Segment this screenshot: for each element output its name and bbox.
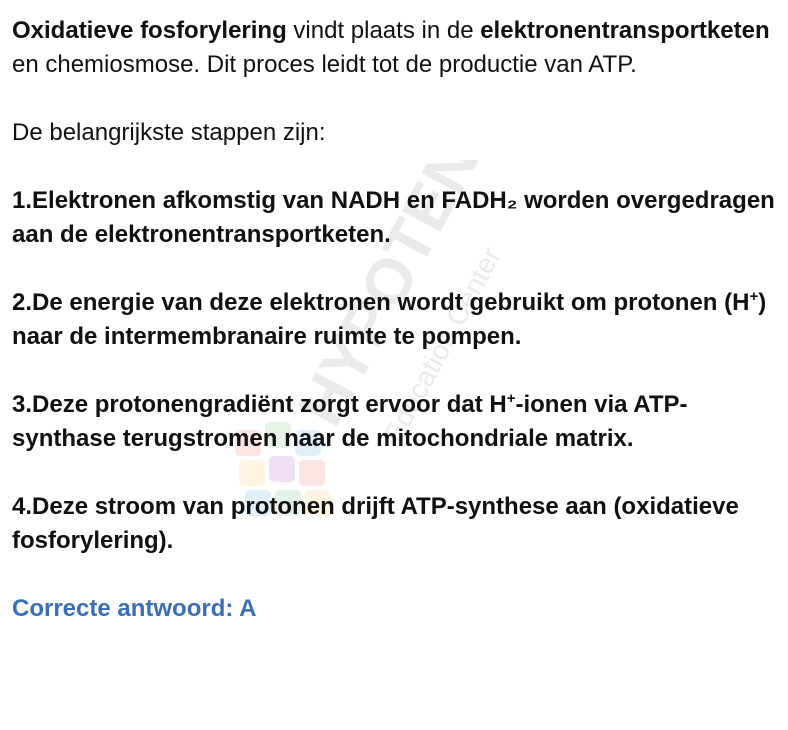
- intro-paragraph: Oxidatieve fosforylering vindt plaats in…: [12, 14, 782, 82]
- intro-text-2: en chemiosmose. Dit proces leidt tot de …: [12, 51, 637, 78]
- step-1-text: 1.Elektronen afkomstig van NADH en FADH₂…: [12, 187, 775, 248]
- step-2-text-a: 2.De energie van deze elektronen wordt g…: [12, 289, 750, 316]
- intro-text-1: vindt plaats in de: [286, 17, 481, 44]
- intro-term-oxidatieve-fosforylering: Oxidatieve fosforylering: [12, 17, 287, 44]
- intro-term-elektronentransportketen: elektronentransportketen: [480, 17, 770, 44]
- step-3: 3.Deze protonengradiënt zorgt ervoor dat…: [12, 388, 782, 456]
- step-4: 4.Deze stroom van protonen drijft ATP-sy…: [12, 490, 782, 558]
- step-3-text-a: 3.Deze protonengradiënt zorgt ervoor dat…: [12, 391, 507, 418]
- step-4-text: 4.Deze stroom van protonen drijft ATP-sy…: [12, 493, 739, 554]
- step-2: 2.De energie van deze elektronen wordt g…: [12, 286, 782, 354]
- step-1: 1.Elektronen afkomstig van NADH en FADH₂…: [12, 184, 782, 252]
- step-2-superscript: +: [749, 288, 759, 305]
- content: Oxidatieve fosforylering vindt plaats in…: [12, 14, 782, 626]
- steps-heading: De belangrijkste stappen zijn:: [12, 119, 326, 146]
- correct-answer: Correcte antwoord: A: [12, 595, 257, 622]
